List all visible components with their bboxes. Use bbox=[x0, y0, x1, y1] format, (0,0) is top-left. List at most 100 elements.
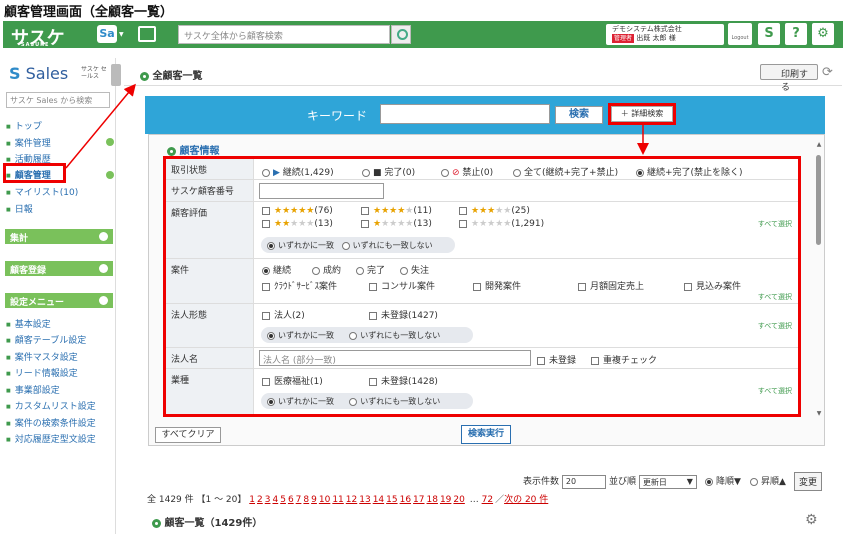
gear-icon[interactable]: ⚙ bbox=[812, 23, 834, 45]
section-aggregate[interactable]: 集計 bbox=[5, 229, 113, 244]
app-switcher-button[interactable]: Sa bbox=[97, 25, 117, 43]
status-continue-done[interactable]: 継続+完了(禁止を除く) bbox=[636, 165, 743, 178]
page-link[interactable]: 20 bbox=[453, 495, 464, 505]
match-none-radio[interactable]: いずれにも一致しない bbox=[349, 397, 440, 406]
last-page-link[interactable]: 72 bbox=[482, 495, 493, 505]
sidebar-item-deals[interactable]: 案件管理 bbox=[6, 136, 51, 149]
chevron-down-icon[interactable]: ▼ bbox=[119, 31, 124, 38]
rating-0[interactable]: ★★★★★(1,291) bbox=[459, 219, 544, 229]
deal-type-prospect[interactable]: 見込み案件 bbox=[684, 279, 741, 292]
refresh-icon[interactable]: ⟳ bbox=[822, 65, 833, 80]
deal-continue[interactable]: 継続 bbox=[262, 263, 291, 276]
page-link[interactable]: 4 bbox=[272, 495, 278, 505]
sasuke-home-button[interactable]: S bbox=[758, 23, 780, 45]
scroll-down-icon[interactable]: ▼ bbox=[815, 410, 823, 417]
help-button[interactable]: ? bbox=[785, 23, 807, 45]
deal-type-consult[interactable]: コンサル案件 bbox=[369, 279, 435, 292]
settings-item[interactable]: 案件の検索条件設定 bbox=[6, 416, 96, 429]
match-any-radio[interactable]: いずれかに一致 bbox=[267, 331, 334, 340]
section-register[interactable]: 顧客登録 bbox=[5, 261, 113, 276]
industry-unregistered[interactable]: 未登録(1428) bbox=[369, 374, 438, 387]
customer-number-input[interactable] bbox=[259, 183, 384, 199]
deal-done[interactable]: 完了 bbox=[356, 263, 385, 276]
global-search-input[interactable]: サスケ全体から顧客検索 bbox=[178, 25, 390, 44]
corpname-unregistered[interactable]: 未登録 bbox=[537, 353, 576, 366]
page-link[interactable]: 8 bbox=[303, 495, 309, 505]
match-any-radio[interactable]: いずれかに一致 bbox=[267, 241, 334, 250]
page-link[interactable]: 1 bbox=[249, 495, 255, 505]
settings-item[interactable]: 顧客テーブル設定 bbox=[6, 333, 86, 346]
page-link[interactable]: 13 bbox=[359, 495, 370, 505]
select-all-link[interactable]: すべて選択 bbox=[758, 386, 792, 396]
rating-3[interactable]: ★★★★★(25) bbox=[459, 206, 530, 216]
sidebar-item-daily-report[interactable]: 日報 bbox=[6, 202, 33, 215]
scroll-thumb[interactable] bbox=[816, 155, 821, 245]
panel-scrollbar[interactable]: ▲ ▼ bbox=[815, 141, 823, 417]
section-settings[interactable]: 設定メニュー bbox=[5, 293, 113, 308]
settings-item[interactable]: 基本設定 bbox=[6, 317, 51, 330]
status-continue[interactable]: ▶ 継続(1,429) bbox=[262, 165, 334, 178]
page-link[interactable]: 11 bbox=[332, 495, 343, 505]
sales-logo[interactable]: S Sales サスケ セールス bbox=[9, 64, 107, 83]
sort-desc[interactable]: 降順▼ bbox=[705, 474, 741, 487]
keyword-input[interactable] bbox=[380, 104, 550, 124]
match-any-radio[interactable]: いずれかに一致 bbox=[267, 397, 334, 406]
order-select[interactable]: 更新日 ▼ bbox=[638, 474, 697, 489]
status-banned[interactable]: ⊘ 禁止(0) bbox=[441, 165, 493, 178]
page-link[interactable]: 19 bbox=[440, 495, 451, 505]
page-link[interactable]: 15 bbox=[386, 495, 397, 505]
execute-search-button[interactable]: 検索実行 bbox=[461, 425, 511, 444]
page-link[interactable]: 5 bbox=[280, 495, 286, 505]
deal-lost[interactable]: 失注 bbox=[400, 263, 429, 276]
corp-houjin[interactable]: 法人(2) bbox=[262, 308, 305, 321]
clear-all-button[interactable]: すべてクリア bbox=[155, 427, 221, 443]
page-link[interactable]: 14 bbox=[373, 495, 384, 505]
select-all-link[interactable]: すべて選択 bbox=[758, 321, 792, 331]
select-all-link[interactable]: すべて選択 bbox=[758, 219, 792, 229]
change-button[interactable]: 変更 bbox=[794, 472, 823, 491]
rating-5[interactable]: ★★★★★(76) bbox=[262, 206, 333, 216]
status-all[interactable]: 全て(継続+完了+禁止) bbox=[513, 165, 618, 178]
page-link[interactable]: 18 bbox=[427, 495, 438, 505]
page-link[interactable]: 7 bbox=[296, 495, 302, 505]
print-button[interactable]: 印刷する bbox=[760, 64, 818, 93]
rating-1[interactable]: ★★★★★(13) bbox=[361, 219, 432, 229]
settings-item[interactable]: カスタムリスト設定 bbox=[6, 399, 96, 412]
match-none-radio[interactable]: いずれにも一致しない bbox=[349, 331, 440, 340]
industry-medical[interactable]: 医療福祉(1) bbox=[262, 374, 323, 387]
page-link[interactable]: 9 bbox=[311, 495, 317, 505]
page-link[interactable]: 16 bbox=[400, 495, 411, 505]
sort-asc[interactable]: 昇順▲ bbox=[750, 474, 786, 487]
rating-2[interactable]: ★★★★★(13) bbox=[262, 219, 333, 229]
page-link[interactable]: 12 bbox=[346, 495, 357, 505]
corp-unregistered[interactable]: 未登録(1427) bbox=[369, 308, 438, 321]
match-none-radio[interactable]: いずれにも一致しない bbox=[341, 241, 433, 250]
page-link[interactable]: 6 bbox=[288, 495, 294, 505]
next-page-link[interactable]: 次の 20 件 bbox=[504, 495, 548, 505]
sidebar-item-top[interactable]: トップ bbox=[6, 119, 42, 132]
rating-4[interactable]: ★★★★★(11) bbox=[361, 206, 432, 216]
search-icon[interactable] bbox=[391, 25, 411, 44]
dup-check[interactable]: 重複チェック bbox=[591, 353, 657, 366]
sasuke-logo[interactable]: サスケ SASUKE bbox=[11, 24, 65, 50]
logout-button[interactable]: Logout bbox=[728, 23, 752, 45]
settings-item[interactable]: リード情報設定 bbox=[6, 366, 78, 379]
page-link[interactable]: 3 bbox=[265, 495, 271, 505]
deal-type-monthly[interactable]: 月額固定売上 bbox=[578, 279, 644, 292]
keyword-search-button[interactable]: 検索 bbox=[555, 106, 603, 124]
page-link[interactable]: 17 bbox=[413, 495, 424, 505]
corpname-input[interactable]: 法人名 (部分一致) bbox=[259, 350, 531, 366]
sidebar-search-input[interactable]: サスケ Sales から検索 bbox=[6, 92, 110, 108]
settings-item[interactable]: 案件マスタ設定 bbox=[6, 350, 78, 363]
scroll-up-icon[interactable]: ▲ bbox=[815, 141, 823, 148]
deal-won[interactable]: 成約 bbox=[312, 263, 341, 276]
deal-type-dev[interactable]: 開発案件 bbox=[473, 279, 521, 292]
page-link[interactable]: 2 bbox=[257, 495, 263, 505]
status-done[interactable]: ■ 完了(0) bbox=[362, 165, 415, 178]
gear-icon[interactable]: ⚙ bbox=[805, 512, 818, 528]
sidebar-collapse-handle[interactable] bbox=[111, 64, 121, 86]
sidebar-item-mylist[interactable]: マイリスト(10) bbox=[6, 185, 78, 198]
settings-item[interactable]: 事業部設定 bbox=[6, 383, 60, 396]
plus-icon[interactable] bbox=[106, 138, 114, 146]
count-input[interactable]: 20 bbox=[561, 474, 606, 489]
